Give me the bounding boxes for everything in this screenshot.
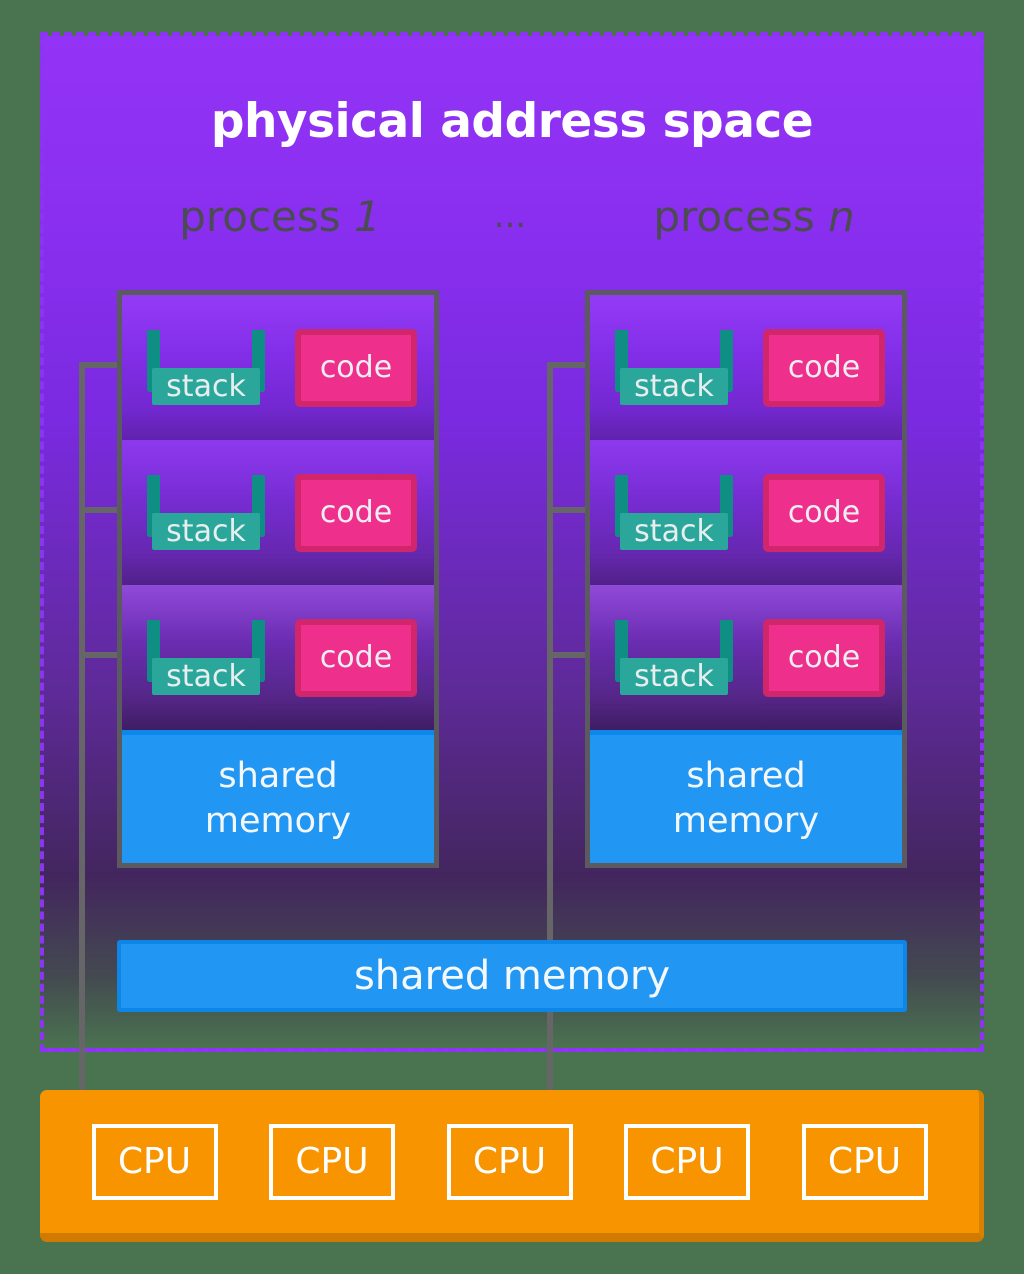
thread-connector-stub-p1-t3 [79, 652, 121, 658]
stack-icon: stack [615, 475, 733, 550]
process-1-label-index: 1 [354, 192, 381, 241]
thread-connector-stub-pn-t2 [547, 507, 589, 513]
thread-row: stack code [122, 440, 434, 585]
stack-label: stack [620, 513, 728, 550]
process-n-label: process n [640, 192, 868, 241]
process-shared-memory-line-1: shared [218, 756, 338, 797]
process-shared-memory-line-2: memory [672, 801, 820, 841]
process-1-label-prefix: process [179, 192, 354, 241]
cpu-chip: CPU [801, 1123, 928, 1200]
stack-label: stack [152, 513, 260, 550]
page-title: physical address space [210, 94, 814, 149]
code-label: code [769, 624, 879, 691]
code-box: code [763, 328, 885, 407]
thread-connector-stub-pn-t3 [547, 652, 589, 658]
thread-row: stack code [122, 585, 434, 730]
stack-label: stack [152, 368, 260, 405]
thread-row: stack code [122, 295, 434, 440]
diagram-canvas: physical address space process 1 ... pro… [0, 0, 1024, 1274]
process-n-label-prefix: process [653, 192, 829, 241]
process-ellipsis-label: ... [493, 196, 527, 236]
code-box: code [295, 328, 417, 407]
process-n-label-index: n [828, 192, 855, 241]
code-box: code [763, 618, 885, 697]
process-box-1: stack code stack code stack code shared … [117, 290, 439, 868]
process-shared-memory-line-1: shared [686, 756, 806, 797]
stack-icon: stack [615, 330, 733, 405]
stack-label: stack [620, 658, 728, 695]
code-label: code [301, 624, 411, 691]
global-shared-memory-label: shared memory [121, 944, 903, 1008]
process-1-label: process 1 [170, 192, 390, 241]
code-label: code [301, 334, 411, 401]
thread-row: stack code [590, 440, 902, 585]
code-label: code [769, 334, 879, 401]
code-box: code [295, 473, 417, 552]
stack-icon: stack [147, 475, 265, 550]
stack-icon: stack [147, 620, 265, 695]
cpu-chip: CPU [624, 1123, 750, 1200]
code-label: code [301, 479, 411, 546]
cpu-connector-line-process-1 [79, 362, 85, 1097]
stack-label: stack [620, 368, 728, 405]
code-box: code [763, 473, 885, 552]
thread-row: stack code [590, 295, 902, 440]
process-shared-memory-line-2: memory [204, 801, 352, 841]
cpu-bank: CPU CPU CPU CPU CPU [40, 1090, 984, 1242]
code-label: code [769, 479, 879, 546]
process-shared-memory-box: shared memory [590, 730, 902, 863]
cpu-chip: CPU [446, 1123, 573, 1200]
cpu-chip: CPU [91, 1123, 218, 1200]
thread-connector-stub-pn-t1 [547, 362, 589, 368]
thread-row: stack code [590, 585, 902, 730]
stack-icon: stack [147, 330, 265, 405]
thread-connector-stub-p1-t1 [79, 362, 121, 368]
cpu-chip: CPU [269, 1123, 395, 1200]
process-box-n: stack code stack code stack code shared … [585, 290, 907, 868]
global-shared-memory-bar: shared memory [117, 940, 907, 1012]
stack-icon: stack [615, 620, 733, 695]
code-box: code [295, 618, 417, 697]
thread-connector-stub-p1-t2 [79, 507, 121, 513]
stack-label: stack [152, 658, 260, 695]
process-shared-memory-box: shared memory [122, 730, 434, 863]
